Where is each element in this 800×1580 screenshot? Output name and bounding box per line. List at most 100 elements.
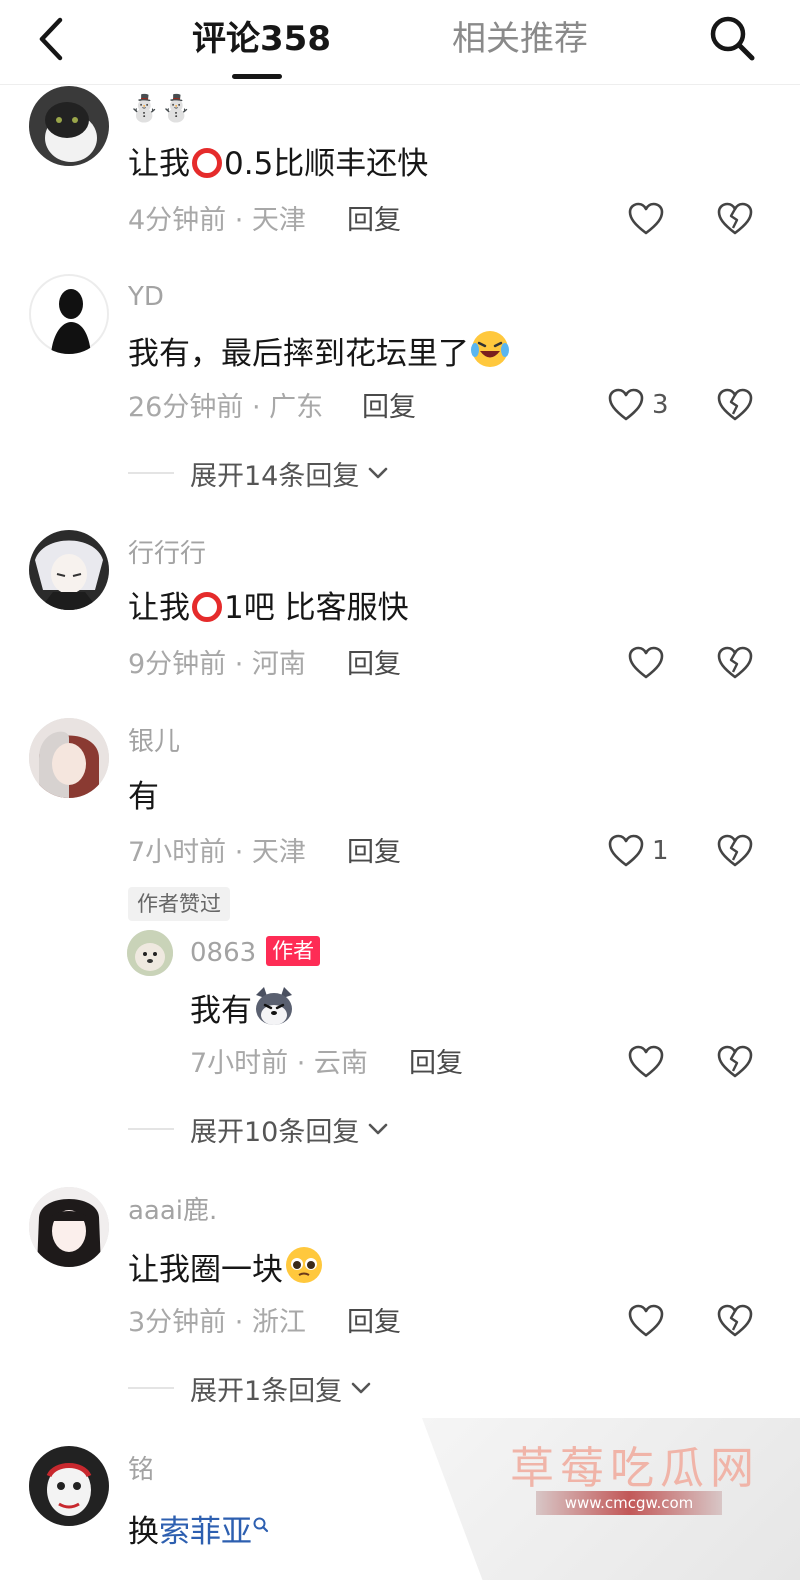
husky-emoji-icon <box>252 985 296 1039</box>
sub-reply-avatar[interactable] <box>127 930 173 976</box>
red-circle-icon <box>190 590 224 636</box>
expand-replies-label: 展开10条回复 <box>190 1116 360 1148</box>
author-badge: 作者 <box>266 936 321 966</box>
reply-button[interactable]: 回复 <box>347 203 401 239</box>
divider <box>128 472 174 474</box>
like-button[interactable] <box>626 643 666 683</box>
search-button[interactable] <box>704 10 760 66</box>
comment-time-location: 9分钟前 · 河南 <box>128 649 306 680</box>
search-link[interactable]: 索菲亚 <box>159 1514 252 1550</box>
chevron-down-icon <box>351 1382 371 1394</box>
dislike-button[interactable] <box>715 1042 755 1082</box>
author-liked-badge: 作者赞过 <box>128 887 230 921</box>
expand-replies-button[interactable]: 展开1条回复 <box>128 1370 374 1407</box>
like-button[interactable]: 3 <box>606 385 669 425</box>
reply-button[interactable]: 回复 <box>347 1305 401 1341</box>
watermark: 草莓吃瓜网 www.cmcgw.com <box>422 1418 800 1580</box>
like-count: 1 <box>652 836 669 866</box>
broken-heart-icon <box>717 202 753 235</box>
comment-text: 有 <box>128 779 159 815</box>
comment-text-part: 让我圈一块 <box>128 1252 283 1288</box>
reply-button[interactable]: 回复 <box>347 835 401 871</box>
sub-reply-username: 0863 作者 <box>190 936 321 970</box>
dislike-button[interactable] <box>715 199 755 239</box>
broken-heart-icon <box>717 1045 753 1078</box>
like-count: 3 <box>652 390 669 420</box>
back-button[interactable] <box>30 14 76 64</box>
comment-time-location: 26分钟前 · 广东 <box>128 392 324 423</box>
avatar[interactable] <box>29 274 109 354</box>
comment-text: 换索菲亚 <box>128 1502 270 1554</box>
expand-replies-button[interactable]: 展开10条回复 <box>128 1111 391 1148</box>
comment-username[interactable]: YD <box>128 280 164 314</box>
comment-text: 让我圈一块 <box>128 1244 325 1298</box>
comment-username[interactable]: aaai鹿. <box>128 1194 217 1228</box>
tab-comments[interactable]: 评论358 <box>192 16 331 62</box>
sub-reply-username-text[interactable]: 0863 <box>190 938 256 968</box>
red-circle-icon <box>190 146 224 192</box>
dislike-button[interactable] <box>715 831 755 871</box>
reply-button[interactable]: 回复 <box>347 647 401 683</box>
comment-time-location: 7小时前 · 天津 <box>128 837 306 868</box>
heart-icon <box>608 388 644 421</box>
comment-time-location: 3分钟前 · 浙江 <box>128 1307 306 1338</box>
avatar[interactable] <box>29 530 109 610</box>
heart-icon <box>628 1045 664 1078</box>
avatar[interactable] <box>29 1446 109 1526</box>
avatar[interactable] <box>29 86 109 166</box>
avatar[interactable] <box>29 718 109 798</box>
heart-icon <box>628 646 664 679</box>
comment-text-part: 1吧 比客服快 <box>224 590 409 626</box>
broken-heart-icon <box>717 388 753 421</box>
laughing-crying-emoji-icon <box>469 328 511 382</box>
active-tab-indicator <box>232 74 282 79</box>
divider <box>128 1128 174 1130</box>
divider <box>128 1387 174 1389</box>
comment-username[interactable]: 行行行 <box>128 537 206 571</box>
avatar[interactable] <box>29 1187 109 1267</box>
comment-text-part: 我有 <box>190 993 252 1029</box>
comment-time-location: 4分钟前 · 天津 <box>128 205 306 236</box>
like-button[interactable] <box>626 1301 666 1341</box>
reply-button[interactable]: 回复 <box>409 1046 463 1082</box>
pleading-face-emoji-icon <box>283 1244 325 1298</box>
like-button[interactable]: 1 <box>606 831 669 871</box>
expand-replies-label: 展开1条回复 <box>190 1375 343 1407</box>
expand-replies-button[interactable]: 展开14条回复 <box>128 455 391 492</box>
broken-heart-icon <box>717 646 753 679</box>
top-bar: 评论358 相关推荐 <box>0 0 800 85</box>
search-icon <box>710 16 755 61</box>
broken-heart-icon <box>717 1304 753 1337</box>
like-button[interactable] <box>626 199 666 239</box>
comment-text: 我有，最后摔到花坛里了 <box>128 328 511 382</box>
watermark-url: www.cmcgw.com <box>536 1491 722 1515</box>
heart-icon <box>628 1304 664 1337</box>
chevron-left-icon <box>39 17 63 61</box>
like-button[interactable] <box>626 1042 666 1082</box>
search-small-icon <box>252 1502 270 1546</box>
sub-reply-text: 我有 <box>190 985 296 1039</box>
comment-username[interactable]: ⛄⛄ <box>128 92 193 126</box>
dislike-button[interactable] <box>715 385 755 425</box>
comment-text-part: 我有，最后摔到花坛里了 <box>128 336 469 372</box>
comment-text: 让我 1吧 比客服快 <box>128 586 409 636</box>
expand-replies-label: 展开14条回复 <box>190 460 360 492</box>
reply-button[interactable]: 回复 <box>362 390 416 426</box>
comment-username[interactable]: 铭 <box>128 1453 154 1487</box>
comment-text-part: 让我 <box>128 146 190 182</box>
dislike-button[interactable] <box>715 1301 755 1341</box>
broken-heart-icon <box>717 834 753 867</box>
chevron-down-icon <box>369 467 388 479</box>
comment-text-part: 0.5比顺丰还快 <box>224 146 429 182</box>
comment-text-part: 换 <box>128 1514 159 1550</box>
dislike-button[interactable] <box>715 643 755 683</box>
watermark-title: 草莓吃瓜网 <box>510 1443 760 1494</box>
comment-text-part: 让我 <box>128 590 190 626</box>
heart-icon <box>608 834 644 867</box>
comment-text: 让我 0.5比顺丰还快 <box>128 142 428 192</box>
tab-related[interactable]: 相关推荐 <box>452 16 588 62</box>
chevron-down-icon <box>369 1123 388 1135</box>
comment-time-location: 7小时前 · 云南 <box>190 1048 368 1079</box>
comment-username[interactable]: 银儿 <box>128 725 180 759</box>
heart-icon <box>628 202 664 235</box>
